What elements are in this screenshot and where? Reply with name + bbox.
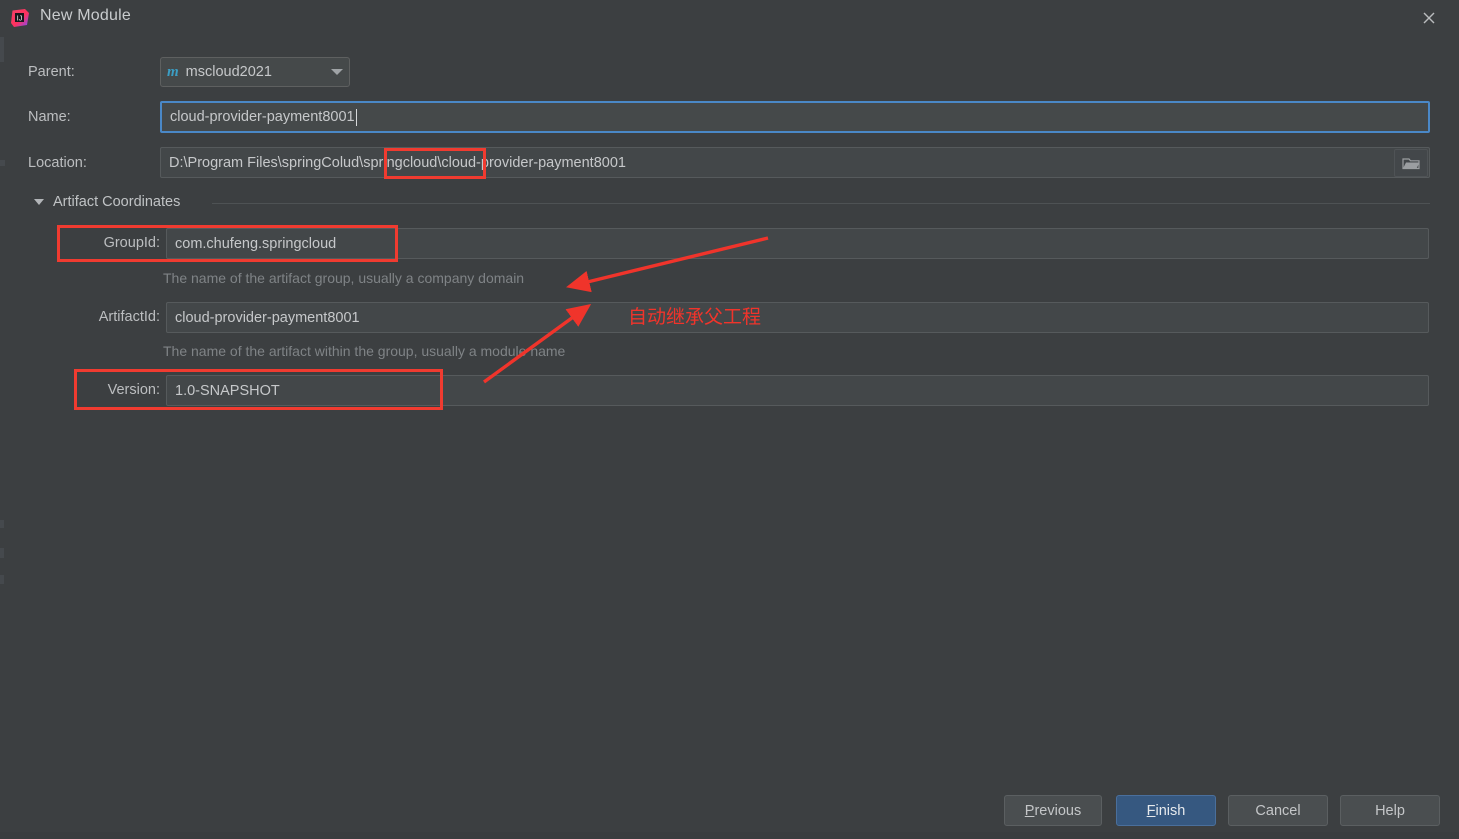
- annotation-note: 自动继承父工程: [628, 306, 762, 328]
- location-label: Location:: [28, 155, 87, 171]
- previous-button-label: Previous: [1024, 802, 1082, 819]
- artifact-id-input-value: cloud-provider-payment8001: [175, 309, 360, 326]
- group-id-input[interactable]: com.chufeng.springcloud: [166, 228, 1429, 259]
- version-input[interactable]: 1.0-SNAPSHOT: [166, 375, 1429, 406]
- help-button[interactable]: Help: [1340, 795, 1440, 826]
- folder-icon: [1402, 158, 1420, 170]
- name-input-value: cloud-provider-payment8001: [170, 109, 355, 125]
- cancel-button-label: Cancel: [1255, 802, 1301, 819]
- artifact-id-input[interactable]: cloud-provider-payment8001: [166, 302, 1429, 333]
- location-input-value: D:\Program Files\springColud\springcloud…: [169, 154, 626, 171]
- group-id-hint: The name of the artifact group, usually …: [163, 270, 525, 286]
- chevron-down-icon: [331, 69, 343, 75]
- version-label: Version:: [107, 382, 160, 398]
- svg-text:IJ: IJ: [17, 16, 22, 23]
- artifact-id-hint: The name of the artifact within the grou…: [163, 343, 566, 359]
- artifact-coordinates-title: Artifact Coordinates: [53, 194, 181, 210]
- close-icon[interactable]: [1407, 2, 1451, 34]
- maven-module-icon: m: [167, 63, 179, 80]
- text-caret: [355, 108, 357, 126]
- version-input-value: 1.0-SNAPSHOT: [175, 382, 280, 399]
- background-artifact: [0, 520, 4, 528]
- background-artifact: [0, 548, 4, 558]
- parent-label: Parent:: [28, 64, 75, 80]
- group-id-input-value: com.chufeng.springcloud: [175, 235, 337, 252]
- parent-combobox[interactable]: m mscloud2021: [160, 57, 350, 87]
- background-strip: [0, 832, 1459, 839]
- finish-button[interactable]: Finish: [1116, 795, 1216, 826]
- background-artifact: [0, 160, 5, 166]
- cancel-button[interactable]: Cancel: [1228, 795, 1328, 826]
- name-input[interactable]: cloud-provider-payment8001: [160, 101, 1430, 133]
- group-id-label: GroupId:: [103, 235, 160, 251]
- parent-combobox-value: mscloud2021: [185, 64, 272, 80]
- browse-location-button[interactable]: [1394, 149, 1428, 177]
- name-label: Name:: [28, 109, 71, 125]
- triangle-down-icon: [34, 199, 44, 205]
- title-bar: IJ New Module: [0, 0, 1459, 37]
- page-title: New Module: [40, 7, 131, 24]
- previous-button[interactable]: Previous: [1004, 795, 1102, 826]
- intellij-idea-icon: IJ: [10, 8, 30, 28]
- location-input[interactable]: D:\Program Files\springColud\springcloud…: [160, 147, 1430, 178]
- artifact-id-label: ArtifactId:: [98, 309, 160, 325]
- section-divider: [212, 203, 1430, 204]
- background-artifact: [0, 575, 4, 584]
- finish-button-label: Finish: [1146, 802, 1186, 819]
- artifact-coordinates-section-header[interactable]: Artifact Coordinates: [34, 194, 180, 210]
- new-module-dialog: IJ New Module Parent: m mscloud2021 Name…: [0, 0, 1459, 839]
- help-button-label: Help: [1375, 802, 1405, 819]
- background-artifact: [0, 36, 4, 62]
